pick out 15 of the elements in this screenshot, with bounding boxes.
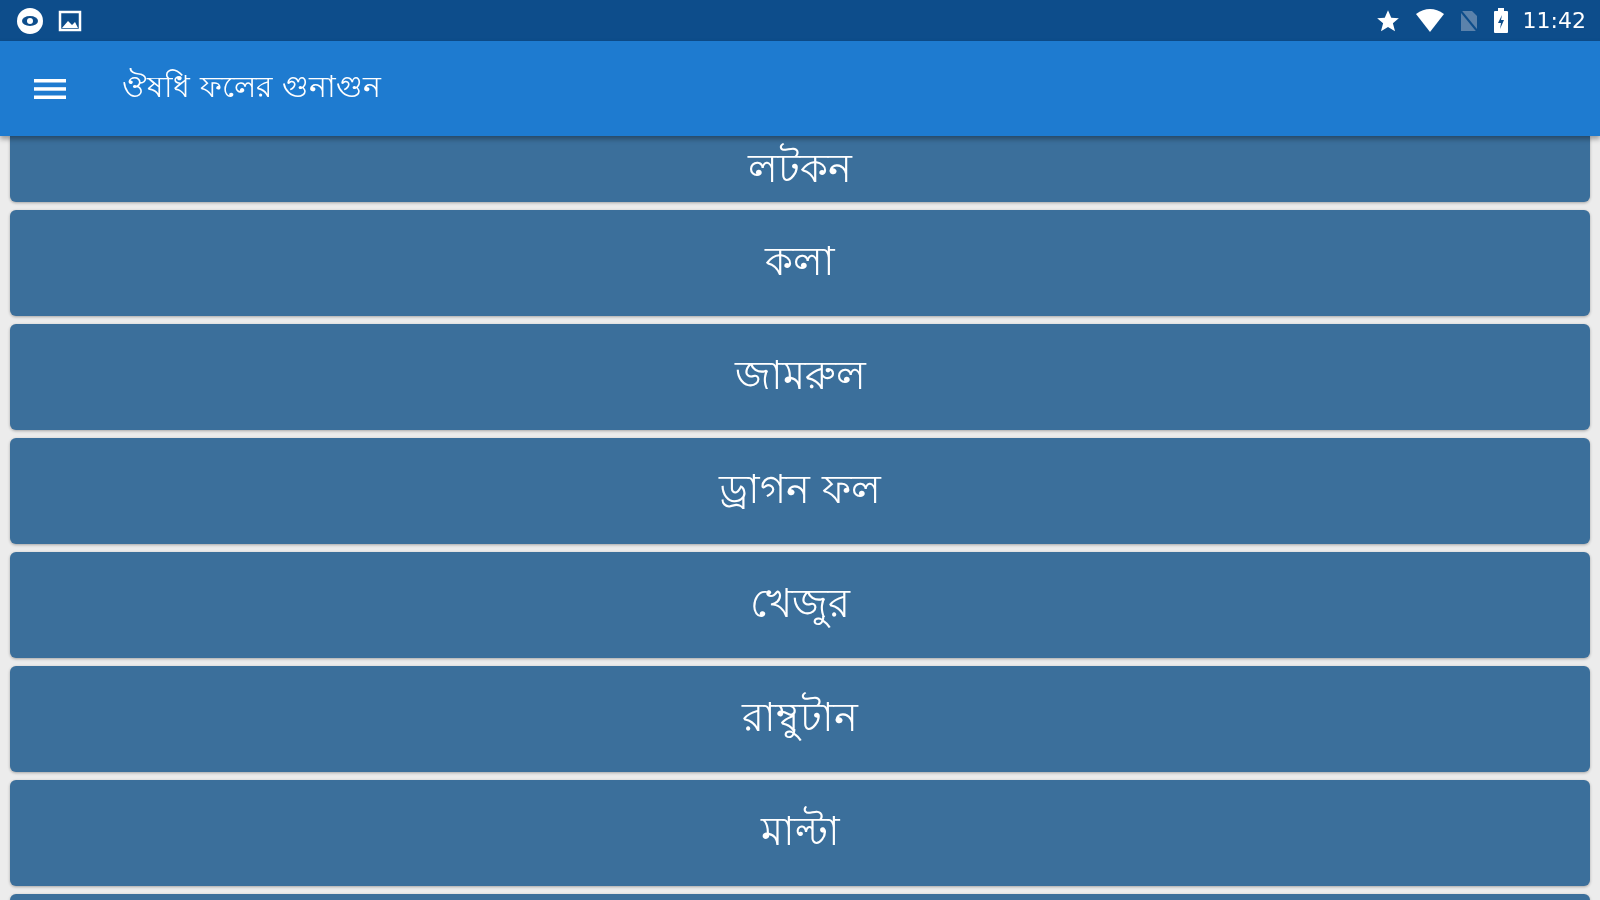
list-item[interactable]: মাল্টা <box>10 780 1590 886</box>
list-item[interactable]: লটকন <box>10 136 1590 202</box>
list-item[interactable]: কলা <box>10 210 1590 316</box>
wifi-icon <box>1414 8 1445 33</box>
image-icon <box>58 9 82 32</box>
app-title: ঔষধি ফলের গুনাগুন <box>122 67 382 106</box>
clock-time: 11:42 <box>1522 8 1586 33</box>
eye-icon <box>16 6 44 35</box>
menu-icon <box>34 76 66 101</box>
list-item[interactable]: খেজুর <box>10 552 1590 658</box>
no-sim-icon <box>1458 8 1479 33</box>
battery-icon <box>1492 7 1509 34</box>
list-item[interactable]: জামরুল <box>10 324 1590 430</box>
list-item[interactable]: ড্রাগন ফল <box>10 438 1590 544</box>
list-item[interactable]: রাম্বুটান <box>10 666 1590 772</box>
